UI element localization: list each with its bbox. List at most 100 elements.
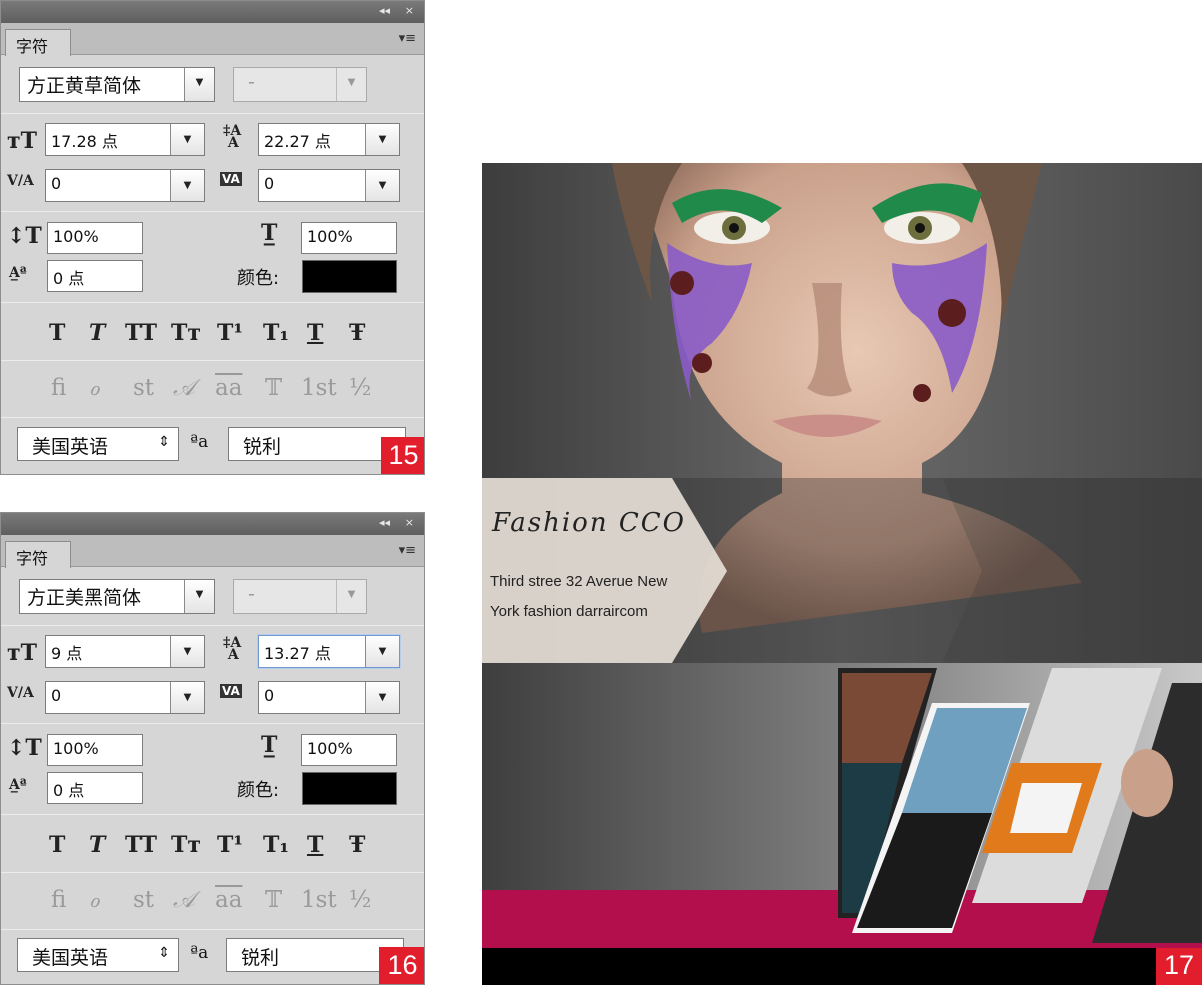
chevron-down-icon[interactable]: ▼: [184, 68, 214, 101]
leading-icon: ‡A A: [223, 635, 242, 663]
strikethrough-button[interactable]: Ŧ: [349, 832, 365, 858]
language-select[interactable]: 美国英语 ⇕: [17, 938, 179, 972]
baseline-shift-input[interactable]: 0 点: [47, 260, 143, 292]
swash-button[interactable]: 𝒜: [173, 887, 195, 913]
kerning-select[interactable]: 0 ▼: [45, 169, 205, 202]
subscript-button[interactable]: T₁: [263, 832, 289, 858]
faux-italic-button[interactable]: T: [89, 320, 105, 346]
leading-input[interactable]: 13.27 点 ▼: [258, 635, 400, 668]
panel-menu-icon[interactable]: ▾≡: [399, 543, 416, 558]
underline-button[interactable]: T: [307, 832, 323, 858]
kerning-icon: V/A: [7, 173, 34, 189]
stylistic-alternates-button[interactable]: aa: [215, 887, 242, 913]
font-style-select[interactable]: - ▼: [233, 67, 367, 102]
chevron-down-icon[interactable]: ▼: [365, 636, 399, 667]
color-swatch[interactable]: [302, 260, 397, 293]
subscript-button[interactable]: T₁: [263, 320, 289, 346]
kerning-select[interactable]: 0 ▼: [45, 681, 205, 714]
ligatures-button[interactable]: fi: [51, 887, 66, 913]
panel-menu-icon[interactable]: ▾≡: [399, 31, 416, 46]
font-size-input[interactable]: 9 点 ▼: [45, 635, 205, 668]
baseline-shift-icon: A̲ª: [9, 777, 27, 793]
swash-button[interactable]: 𝒜: [173, 375, 195, 401]
chevron-down-icon[interactable]: ▼: [336, 68, 366, 101]
old-style-button[interactable]: st: [133, 887, 154, 913]
chevron-down-icon[interactable]: ▼: [365, 682, 399, 713]
font-family-select[interactable]: 方正黄草简体 ▼: [19, 67, 215, 102]
up-down-arrows-icon: ⇕: [158, 945, 170, 961]
tracking-icon: VA: [220, 172, 242, 186]
tab-character[interactable]: 字符: [5, 541, 71, 568]
antialias-icon: ªa: [190, 943, 209, 963]
close-icon[interactable]: ×: [405, 516, 414, 529]
collapse-icon[interactable]: ◂◂: [379, 516, 390, 529]
horizontal-scale-icon: T̲: [261, 220, 278, 246]
vertical-scale-input[interactable]: 100%: [47, 222, 143, 254]
color-swatch[interactable]: [302, 772, 397, 805]
leading-icon: ‡A A: [223, 123, 242, 151]
titling-alternates-button[interactable]: 𝕋: [265, 887, 282, 913]
font-style-select[interactable]: - ▼: [233, 579, 367, 614]
type-style-buttons: T T TT Tт T¹ T₁ T Ŧ: [1, 320, 424, 360]
faux-bold-button[interactable]: T: [49, 832, 65, 858]
kerning-value: 0: [51, 174, 62, 193]
type-style-buttons: T T TT Tт T¹ T₁ T Ŧ: [1, 832, 424, 872]
stylistic-alternates-button[interactable]: aa: [215, 375, 242, 401]
ordinals-button[interactable]: 1st: [301, 375, 337, 401]
discretionary-ligatures-button[interactable]: ℴ: [89, 887, 100, 913]
chevron-down-icon[interactable]: ▼: [365, 170, 399, 201]
figure-number-badge: 16: [379, 947, 424, 984]
language-value: 美国英语: [32, 947, 109, 969]
collapse-icon[interactable]: ◂◂: [379, 4, 390, 17]
antialias-select[interactable]: 锐利: [228, 427, 406, 461]
horizontal-scale-input[interactable]: 100%: [301, 734, 397, 766]
baseline-shift-icon: A̲ª: [9, 265, 27, 281]
faux-italic-button[interactable]: T: [89, 832, 105, 858]
ordinals-button[interactable]: 1st: [301, 887, 337, 913]
antialias-select[interactable]: 锐利: [226, 938, 404, 972]
font-size-input[interactable]: 17.28 点 ▼: [45, 123, 205, 156]
chevron-down-icon[interactable]: ▼: [170, 124, 204, 155]
color-label: 颜色:: [237, 780, 280, 801]
chevron-down-icon[interactable]: ▼: [365, 124, 399, 155]
faux-bold-button[interactable]: T: [49, 320, 65, 346]
strikethrough-button[interactable]: Ŧ: [349, 320, 365, 346]
font-family-select[interactable]: 方正美黑简体 ▼: [19, 579, 215, 614]
color-label: 颜色:: [237, 268, 280, 289]
chevron-down-icon[interactable]: ▼: [170, 170, 204, 201]
small-caps-button[interactable]: Tт: [171, 320, 201, 346]
vertical-scale-value: 100%: [53, 227, 99, 246]
chevron-down-icon[interactable]: ▼: [184, 580, 214, 613]
baseline-shift-input[interactable]: 0 点: [47, 772, 143, 804]
chevron-down-icon[interactable]: ▼: [336, 580, 366, 613]
tracking-icon: VA: [220, 684, 242, 698]
vertical-scale-input[interactable]: 100%: [47, 734, 143, 766]
fractions-button[interactable]: ½: [349, 375, 371, 401]
panel-titlebar: ◂◂ ×: [1, 1, 424, 23]
superscript-button[interactable]: T¹: [217, 320, 243, 346]
tab-character[interactable]: 字符: [5, 29, 71, 56]
leading-input[interactable]: 22.27 点 ▼: [258, 123, 400, 156]
horizontal-scale-input[interactable]: 100%: [301, 222, 397, 254]
chevron-down-icon[interactable]: ▼: [170, 682, 204, 713]
underline-button[interactable]: T: [307, 320, 323, 346]
font-size-icon: тT: [7, 128, 38, 154]
ligatures-button[interactable]: fi: [51, 375, 66, 401]
language-value: 美国英语: [32, 436, 109, 458]
fractions-button[interactable]: ½: [349, 887, 371, 913]
language-select[interactable]: 美国英语 ⇕: [17, 427, 179, 461]
panel-tab-row: 字符 ▾≡: [1, 23, 424, 56]
horizontal-scale-icon: T̲: [261, 732, 278, 758]
tracking-select[interactable]: 0 ▼: [258, 169, 400, 202]
old-style-button[interactable]: st: [133, 375, 154, 401]
titling-alternates-button[interactable]: 𝕋: [265, 375, 282, 401]
kerning-icon: V/A: [7, 685, 34, 701]
all-caps-button[interactable]: TT: [125, 320, 157, 346]
chevron-down-icon[interactable]: ▼: [170, 636, 204, 667]
all-caps-button[interactable]: TT: [125, 832, 157, 858]
close-icon[interactable]: ×: [405, 4, 414, 17]
discretionary-ligatures-button[interactable]: ℴ: [89, 375, 100, 401]
superscript-button[interactable]: T¹: [217, 832, 243, 858]
tracking-select[interactable]: 0 ▼: [258, 681, 400, 714]
small-caps-button[interactable]: Tт: [171, 832, 201, 858]
